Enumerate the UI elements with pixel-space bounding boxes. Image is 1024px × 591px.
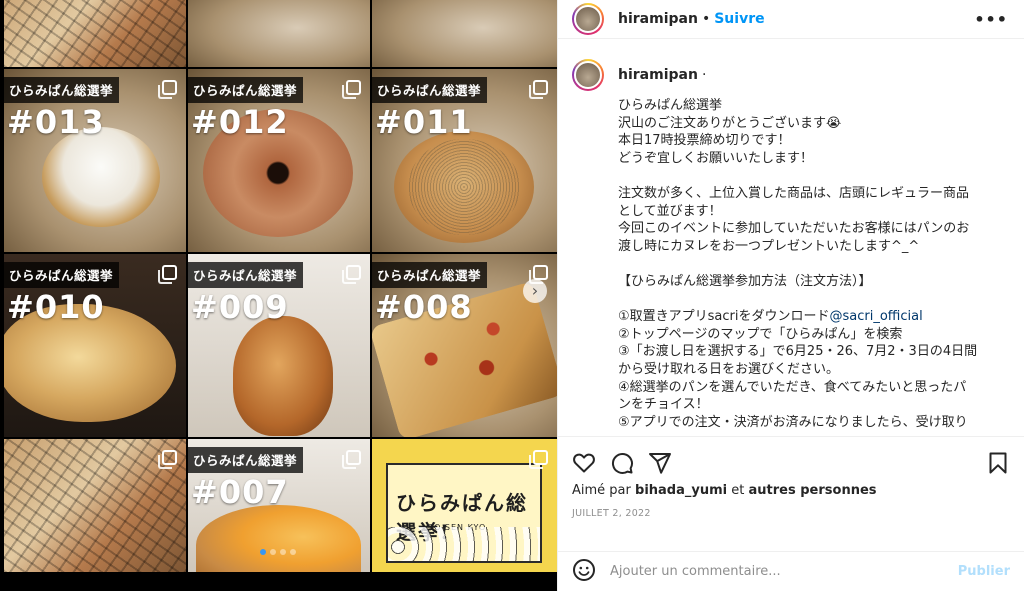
caption-line: ⑤アプリでの注文・決済がお済みになりましたら、受け取り	[618, 414, 968, 430]
comment-input[interactable]: Ajouter un commentaire...	[610, 564, 958, 579]
caption-line-with-mention: ①取置きアプリsacriをダウンロード@sacri_official	[618, 308, 1010, 326]
grid-number: #013	[7, 103, 105, 141]
poster-crowd-illustration	[388, 527, 540, 561]
grid-cell-013: ひらみぱん総選挙 #013	[4, 69, 186, 252]
caption-line: から受け取れる日をお選びください。	[618, 361, 840, 377]
comments-area[interactable]: hiramipan · ひらみぱん総選挙 沢山のご注文ありがとうございます😭 本…	[558, 49, 1024, 433]
bookmark-icon[interactable]	[986, 451, 1010, 475]
caption-line: 注文数が多く、上位入賞した商品は、店頭にレギュラー商品	[618, 185, 970, 201]
bread-grid: ひらみぱん総選挙 #013 ひらみぱん総選挙 #012 ひらみぱん総選挙 #01…	[4, 0, 557, 590]
share-icon[interactable]	[648, 451, 672, 475]
post-side-panel: hiramipan • Suivre ••• hiramipan · ひらみぱん…	[557, 0, 1024, 591]
comment-icon[interactable]	[610, 451, 634, 475]
multi-photo-icon	[342, 450, 361, 469]
bread-image	[233, 316, 333, 436]
multi-photo-icon	[342, 265, 361, 284]
multi-photo-icon	[529, 265, 548, 284]
likes-prefix: Aimé par	[572, 483, 631, 498]
mention-link[interactable]: @sacri_official	[830, 309, 923, 324]
caption-line: 渡し時にカヌレをお一つプレゼントいたします^_^	[618, 238, 920, 254]
emoji-icon[interactable]	[572, 558, 596, 586]
separator: •	[701, 11, 711, 27]
publish-button[interactable]: Publier	[958, 564, 1010, 579]
bread-image	[394, 131, 534, 243]
multi-photo-icon	[158, 450, 177, 469]
avatar[interactable]	[572, 3, 604, 35]
carousel-dot-active	[260, 549, 266, 555]
grid-cell-010: ひらみぱん総選挙 #010	[4, 254, 186, 437]
caption-line: ②トップページのマップで「ひらみぱん」を検索	[618, 326, 903, 342]
poster-artwork: ひらみぱん総選挙! SO SEN KYO	[386, 463, 542, 563]
grid-tag: ひらみぱん総選挙	[188, 447, 304, 473]
bread-image	[196, 505, 361, 572]
post-actions: Aimé par bihada_yumi et autres personnes…	[558, 436, 1024, 519]
grid-cell-012: ひらみぱん総選挙 #012	[188, 69, 370, 252]
instagram-post: ひらみぱん総選挙 #013 ひらみぱん総選挙 #012 ひらみぱん総選挙 #01…	[0, 0, 1024, 591]
caption-line: ひらみぱん総選挙	[618, 98, 723, 113]
caption-line: ④総選挙のパンを選んでいただき、食べてみたいと思ったパ	[618, 379, 967, 395]
caption-line: として並びます！	[618, 203, 722, 219]
grid-tag: ひらみぱん総選挙	[4, 262, 120, 288]
carousel-dot	[290, 549, 296, 555]
grid-number: #011	[375, 103, 473, 141]
caption-line: ンをチョイス！	[618, 397, 709, 413]
carousel-dots	[260, 549, 296, 555]
likes-others-link[interactable]: autres personnes	[749, 483, 877, 498]
heart-icon[interactable]	[572, 451, 596, 475]
more-options-icon[interactable]: •••	[974, 10, 1008, 29]
post-date[interactable]: JUILLET 2, 2022	[572, 508, 1010, 519]
bread-image	[42, 127, 160, 227]
caption-line	[618, 291, 1010, 309]
multi-photo-icon	[158, 80, 177, 99]
caption-text: ひらみぱん総選挙 沢山のご注文ありがとうございます😭 本日17時投票締め切りです…	[618, 97, 1010, 431]
carousel-dot	[270, 549, 276, 555]
grid-tag: ひらみぱん総選挙	[188, 262, 304, 288]
grid-tag: ひらみぱん総選挙	[372, 77, 488, 103]
next-arrow-button[interactable]: ›	[523, 279, 547, 303]
likes-summary: Aimé par bihada_yumi et autres personnes	[572, 483, 1010, 498]
grid-number: #008	[375, 288, 473, 326]
caption-line: 今回このイベントに参加していただいたお客様にはパンのお	[618, 221, 970, 237]
username-link[interactable]: hiramipan	[618, 11, 698, 27]
liked-by-user-link[interactable]: bihada_yumi	[635, 483, 727, 498]
grid-tag: ひらみぱん総選挙	[4, 77, 120, 103]
add-comment-bar: Ajouter un commentaire... Publier	[558, 551, 1024, 591]
multi-photo-icon	[342, 80, 361, 99]
caption-line	[618, 255, 1010, 273]
avatar[interactable]	[572, 59, 604, 91]
caption-line: 沢山のご注文ありがとうございます😭	[618, 115, 842, 131]
grid-cell-mosaic	[4, 439, 186, 572]
grid-number: #009	[191, 288, 289, 326]
caption-line: ③「お渡し日を選択する」で6月25・26、7月2・3日の4日間	[618, 344, 978, 360]
grid-tag: ひらみぱん総選挙	[188, 77, 304, 103]
grid-cell-poster: ひらみぱん総選挙! SO SEN KYO	[372, 439, 557, 572]
multi-photo-icon	[529, 80, 548, 99]
grid-number: #012	[191, 103, 289, 141]
carousel-dot	[280, 549, 286, 555]
caption-line: ①取置きアプリsacriをダウンロード	[618, 309, 830, 325]
caption-line: 本日17時投票締め切りです！	[618, 133, 791, 149]
grid-number: #007	[191, 473, 289, 511]
action-icons	[572, 437, 1010, 489]
follow-button[interactable]: Suivre	[714, 11, 764, 27]
grid-cell-mosaic-top	[4, 0, 186, 67]
post-media[interactable]: ひらみぱん総選挙 #013 ひらみぱん総選挙 #012 ひらみぱん総選挙 #01…	[0, 0, 557, 591]
caption-username[interactable]: hiramipan	[618, 67, 698, 83]
caption-line: どうぞ宜しくお願いいたします！	[618, 150, 814, 166]
grid-cell-top	[188, 0, 370, 67]
caption-line	[618, 167, 1010, 185]
grid-cell-009: ひらみぱん総選挙 #009	[188, 254, 370, 437]
likes-middle: et	[731, 483, 745, 498]
caption-header: hiramipan ·	[572, 59, 1010, 91]
grid-cell-011: ひらみぱん総選挙 #011	[372, 69, 557, 252]
caption-line: 【ひらみぱん総選挙参加方法（注文方法）】	[618, 273, 872, 289]
post-header: hiramipan • Suivre •••	[558, 0, 1024, 39]
grid-cell-top	[372, 0, 557, 67]
multi-photo-icon	[158, 265, 177, 284]
grid-number: #010	[7, 288, 105, 326]
multi-photo-icon	[529, 450, 548, 469]
grid-tag: ひらみぱん総選挙	[372, 262, 488, 288]
separator: ·	[701, 67, 707, 83]
